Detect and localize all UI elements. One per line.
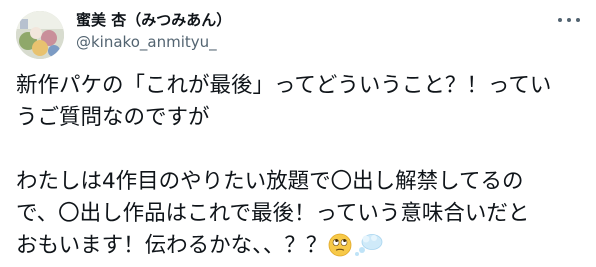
- thought-balloon-emoji-icon: [353, 233, 383, 267]
- author-display-name[interactable]: 蜜美 杏（みつみあん）: [76, 10, 516, 30]
- tweet-text-line: おもいます！伝わるかな、、？？: [16, 233, 328, 258]
- tweet-text-line: で、〇出し作品はこれで最後！っていう意味合いだと: [16, 201, 530, 226]
- tweet-text: 新作パケの「これが最後」ってどういうこと？！ってい うご質問なのですが わたしは…: [16, 70, 588, 262]
- tweet-text-blank-line: [16, 134, 588, 166]
- tweet-card: 蜜美 杏（みつみあん） @kinako_anmityu_ 新作パケの「これが最後…: [0, 0, 596, 263]
- more-options-icon[interactable]: [558, 12, 580, 28]
- tweet-text-line: うご質問なのですが: [16, 105, 210, 130]
- tweet-text-line: わたしは4作目のやりたい放題で〇出し解禁してるの: [16, 169, 524, 194]
- author-info: 蜜美 杏（みつみあん） @kinako_anmityu_: [76, 10, 516, 52]
- tweet-text-line: 新作パケの「これが最後」ってどういうこと？！ってい: [16, 73, 552, 98]
- tweet-text-last-line: おもいます！伝わるかな、、？？: [16, 230, 588, 262]
- face-with-rolling-eyes-emoji-icon: [328, 233, 352, 267]
- author-handle[interactable]: @kinako_anmityu_: [76, 32, 516, 52]
- avatar[interactable]: [16, 11, 64, 59]
